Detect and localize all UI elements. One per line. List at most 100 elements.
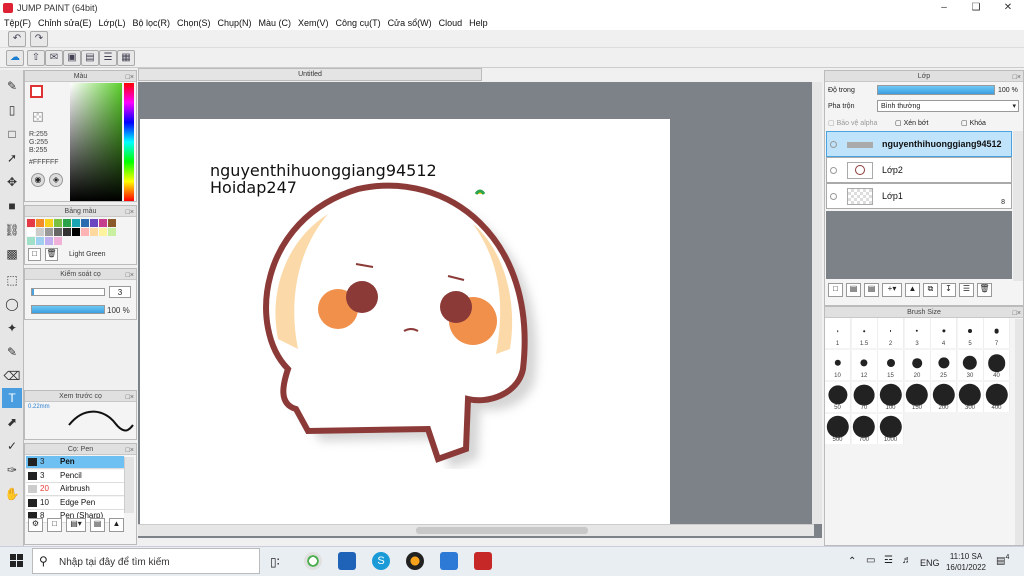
- hand-icon[interactable]: ✋: [2, 484, 22, 504]
- palette-swatch[interactable]: [36, 228, 44, 236]
- chrome-app-icon[interactable]: [304, 552, 322, 570]
- windows-start-icon[interactable]: [10, 554, 24, 568]
- cloud-icon[interactable]: ☁: [6, 50, 24, 66]
- line-icon[interactable]: ➚: [2, 148, 22, 168]
- layer-opacity-slider[interactable]: [877, 85, 995, 95]
- wifi-icon[interactable]: ☲: [884, 555, 893, 566]
- palette-swatch[interactable]: [45, 228, 53, 236]
- eraser-icon[interactable]: ▯: [2, 100, 22, 120]
- palette-swatch[interactable]: [45, 237, 53, 245]
- new-swatch-icon[interactable]: □: [28, 248, 41, 261]
- brush-icon[interactable]: ✎: [2, 76, 22, 96]
- foreground-color[interactable]: [30, 85, 43, 98]
- brush-size-cell[interactable]: 20: [904, 350, 931, 380]
- menu-select[interactable]: Chọn(S): [177, 18, 211, 28]
- palette-swatch[interactable]: [108, 219, 116, 227]
- menu-view[interactable]: Xem(V): [298, 18, 329, 28]
- brush-size-cell[interactable]: 700: [851, 414, 878, 444]
- brush-size-cell[interactable]: 70: [851, 382, 878, 412]
- obs-icon[interactable]: [406, 552, 424, 570]
- new-brush-icon[interactable]: □: [47, 518, 62, 532]
- brush-list-item[interactable]: 3 Pen: [26, 456, 124, 469]
- brush-size-cell[interactable]: 10: [825, 350, 851, 380]
- brush-size-cell[interactable]: 12: [851, 350, 878, 380]
- menu-window[interactable]: Cửa sổ(W): [388, 18, 432, 28]
- document-tab[interactable]: Untitled: [138, 68, 482, 81]
- marquee-icon[interactable]: ⬚: [2, 270, 22, 290]
- lock-checkbox[interactable]: ▢ Khóa: [961, 119, 986, 127]
- brush-size-cell[interactable]: 150: [904, 382, 931, 412]
- bucket-icon[interactable]: ⛓: [2, 220, 22, 240]
- brush-size-scrollbar[interactable]: [1015, 319, 1023, 545]
- palette-swatch[interactable]: [90, 219, 98, 227]
- lasso-icon[interactable]: ◯: [2, 294, 22, 314]
- protect-alpha-checkbox[interactable]: ▢ Bảo vệ alpha: [828, 119, 877, 127]
- brush-size-input[interactable]: 3: [109, 286, 131, 298]
- palette-swatch[interactable]: [63, 228, 71, 236]
- palette-swatch[interactable]: [99, 228, 107, 236]
- layer-settings-icon[interactable]: ☰: [959, 283, 974, 297]
- layer-visibility-icon[interactable]: [830, 167, 837, 174]
- transparent-color[interactable]: [33, 112, 43, 122]
- brush-size-cell[interactable]: 200: [931, 382, 957, 412]
- pen-tool-icon[interactable]: ✑: [2, 460, 22, 480]
- brush-size-cell[interactable]: 30: [957, 350, 984, 380]
- brush-size-cell[interactable]: 100: [878, 382, 904, 412]
- grid-icon[interactable]: ▦: [117, 50, 135, 66]
- layer-list-scrollbar[interactable]: [1013, 131, 1023, 281]
- brush-settings-icon[interactable]: ⚙: [28, 518, 43, 532]
- fill-rect-icon[interactable]: ■: [2, 196, 22, 216]
- page-icon[interactable]: ▤: [81, 50, 99, 66]
- palette-swatch[interactable]: [54, 219, 62, 227]
- close-icon[interactable]: ✕: [992, 0, 1024, 16]
- duplicate-layer-icon[interactable]: ⧉: [923, 283, 938, 297]
- layer-visibility-icon[interactable]: [830, 193, 837, 200]
- palette-swatch[interactable]: [72, 228, 80, 236]
- operation-icon[interactable]: ⬈: [2, 412, 22, 432]
- hue-slider[interactable]: [124, 83, 134, 201]
- magic-wand-icon[interactable]: ✦: [2, 318, 22, 338]
- palette-swatch[interactable]: [63, 219, 71, 227]
- clipping-checkbox[interactable]: ▢ Xén bớt: [895, 119, 928, 127]
- saturation-value-picker[interactable]: [70, 83, 122, 201]
- jump-paint-taskbar-icon[interactable]: [474, 552, 492, 570]
- palette-swatch[interactable]: [81, 219, 89, 227]
- palette-swatch[interactable]: [45, 219, 53, 227]
- menu-tools[interactable]: Công cụ(T): [336, 18, 381, 28]
- menu-layer[interactable]: Lớp(L): [99, 18, 126, 28]
- eyedropper-icon[interactable]: ✓: [2, 436, 22, 456]
- layer-row-2[interactable]: Lớp2: [826, 157, 1012, 183]
- layer-visibility-icon[interactable]: [830, 141, 837, 148]
- canvas-horizontal-scrollbar[interactable]: [138, 524, 814, 536]
- brush-size-cell[interactable]: 7: [984, 318, 1010, 348]
- canvas-scroll-thumb[interactable]: [416, 527, 588, 534]
- battery-icon[interactable]: ▭: [866, 555, 875, 566]
- palette-swatch[interactable]: [36, 237, 44, 245]
- rect-select-icon[interactable]: □: [2, 124, 22, 144]
- panel-icon[interactable]: ▣: [63, 50, 81, 66]
- volume-icon[interactable]: ♬: [902, 555, 912, 566]
- menu-help[interactable]: Help: [469, 18, 488, 28]
- brush-size-cell[interactable]: 4: [931, 318, 957, 348]
- color-wheel-icon[interactable]: ◉: [31, 173, 45, 187]
- undo-icon[interactable]: ↶: [8, 31, 26, 47]
- brush-size-cell[interactable]: 1000: [878, 414, 904, 444]
- palette-swatch[interactable]: [72, 219, 80, 227]
- palette-swatch[interactable]: [54, 237, 62, 245]
- add-layer-menu-icon[interactable]: +▾: [882, 283, 902, 297]
- brush-size-cell[interactable]: 25: [931, 350, 957, 380]
- palette-swatch[interactable]: [90, 228, 98, 236]
- palette-icon[interactable]: ◈: [49, 173, 63, 187]
- delete-swatch-icon[interactable]: 🗑: [45, 248, 58, 261]
- layer-row-text[interactable]: nguyenthihuonggiang94512: [826, 131, 1012, 157]
- blend-mode-select[interactable]: Bình thường ▾: [877, 100, 1019, 112]
- move-icon[interactable]: ✥: [2, 172, 22, 192]
- menu-capture[interactable]: Chụp(N): [218, 18, 252, 28]
- brush-size-cell[interactable]: 1: [825, 318, 851, 348]
- brush-size-slider[interactable]: [31, 288, 105, 296]
- menu-file[interactable]: Tệp(F): [4, 18, 31, 28]
- new-layer-8bit-icon[interactable]: ▤: [846, 283, 861, 297]
- clock[interactable]: 11:10 SA 16/01/2022: [944, 551, 988, 573]
- menu-cloud[interactable]: Cloud: [439, 18, 463, 28]
- brush-size-cell[interactable]: 300: [957, 382, 984, 412]
